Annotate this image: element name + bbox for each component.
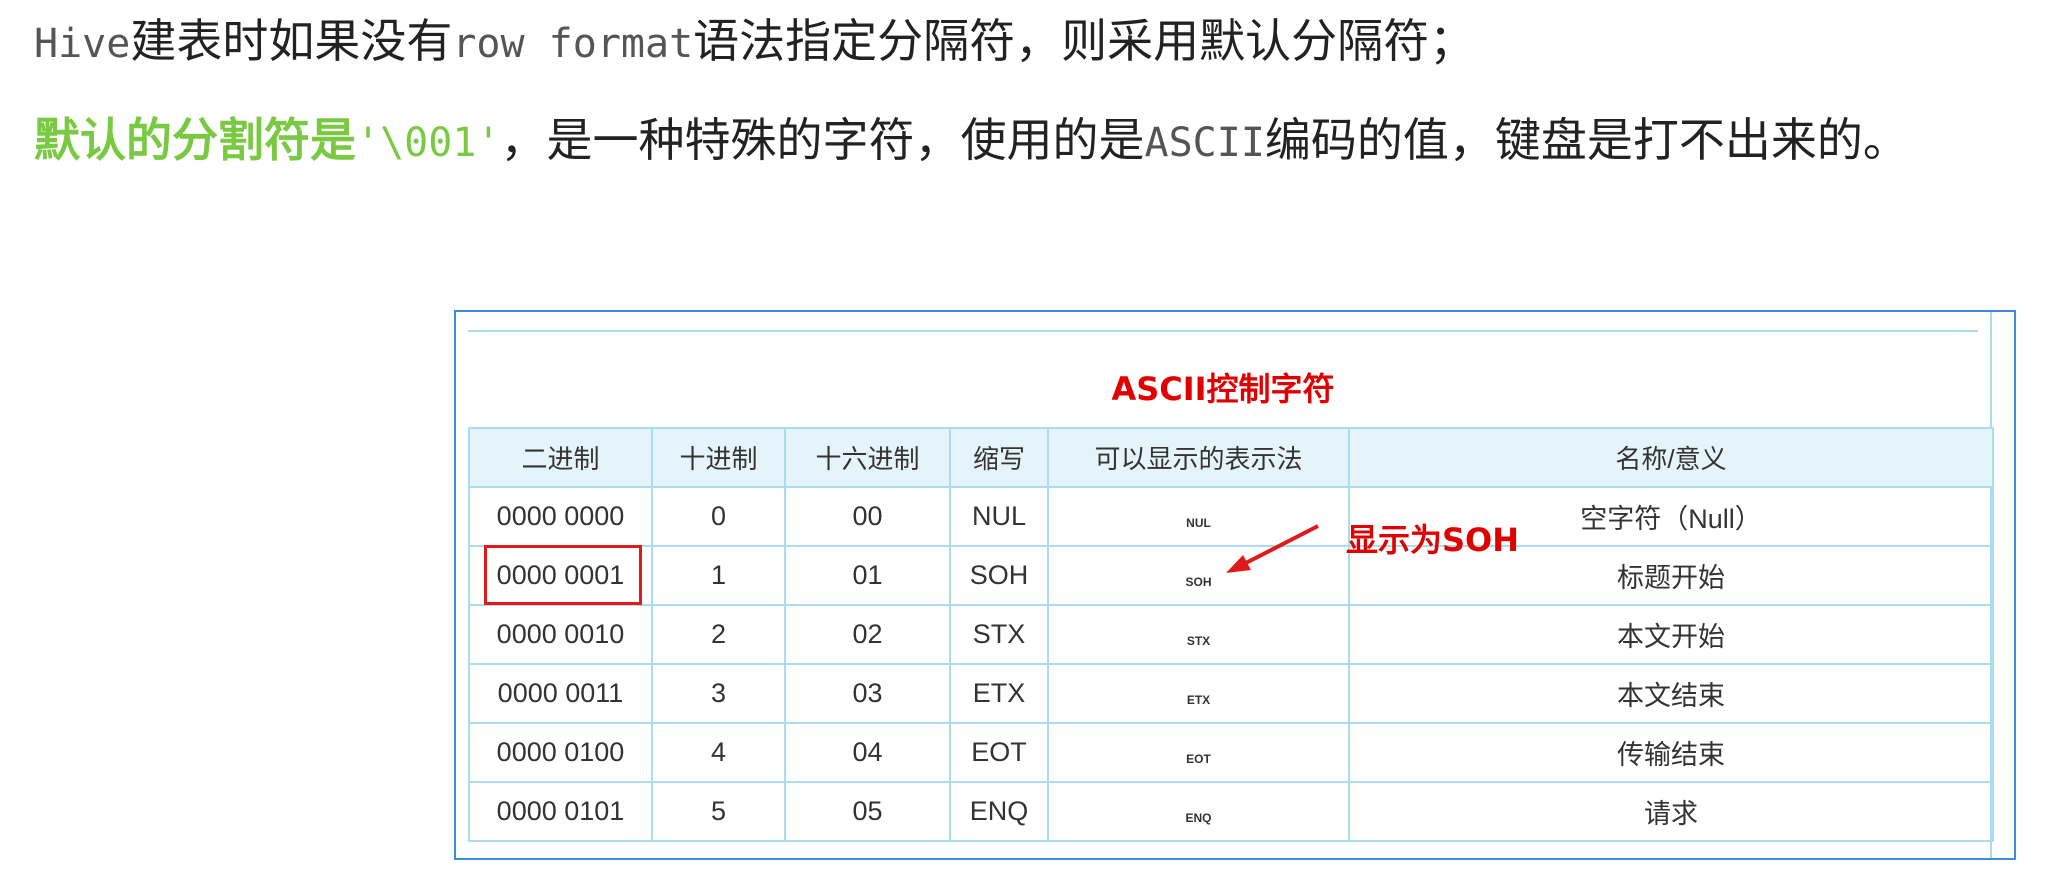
annotation-arrow-icon <box>1226 524 1319 573</box>
annotation-label: 显示为SOH <box>1346 521 1520 559</box>
